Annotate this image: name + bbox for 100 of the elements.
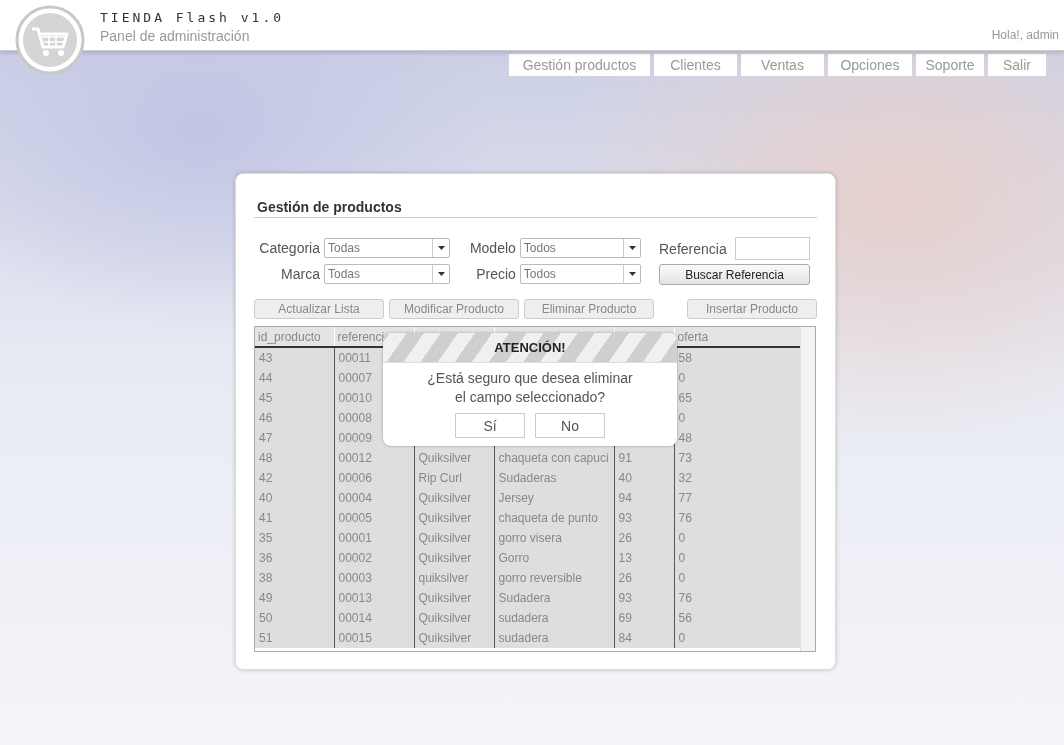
panel-title: Gestión de productos <box>254 189 817 218</box>
table-cell: Quiksilver <box>418 551 472 565</box>
table-cell: 26 <box>618 571 632 585</box>
dialog-button[interactable]: No <box>535 413 605 438</box>
table-cell: 40 <box>259 491 273 505</box>
nav-tab[interactable]: Ventas <box>741 54 824 76</box>
nav-tab[interactable]: Clientes <box>654 54 737 76</box>
table-cell: 00002 <box>338 551 372 565</box>
table-cell: sudadera <box>498 631 549 645</box>
table-cell: 65 <box>678 391 692 405</box>
table-cell: 40 <box>618 471 632 485</box>
search-reference-button[interactable]: Buscar Referencia <box>659 264 810 285</box>
table-cell: 93 <box>618 511 632 525</box>
table-cell: 00011 <box>338 351 371 365</box>
table-cell: 46 <box>259 411 273 425</box>
table-cell: Quiksilver <box>418 511 472 525</box>
table-cell: 76 <box>678 591 692 605</box>
table-cell: 44 <box>259 371 273 385</box>
table-cell: 0 <box>678 411 686 425</box>
app-subtitle: Panel de administración <box>100 28 251 44</box>
dropdown-arrow-icon <box>437 246 445 251</box>
table-cell: 00008 <box>338 411 372 425</box>
filter-dropdown[interactable]: Todas <box>324 238 450 259</box>
table-cell: gorro reversible <box>498 571 582 585</box>
table-cell: 38 <box>259 571 273 585</box>
dialog-message: ¿Está seguro que desea eliminar el campo seleccionado? <box>426 369 634 407</box>
table-cell: 36 <box>259 551 273 565</box>
dropdown-arrow-icon <box>437 271 445 276</box>
reference-input[interactable] <box>735 237 810 260</box>
app-title: TIENDA Flash v1.0 <box>100 10 285 25</box>
reference-label: Referencia <box>659 240 727 257</box>
table-cell: chaqueta con capuci <box>498 451 609 465</box>
table-cell: 26 <box>618 531 632 545</box>
table-cell: Quiksilver <box>418 491 472 505</box>
action-button[interactable]: Insertar Producto <box>687 299 817 319</box>
filter-dropdown[interactable]: Todas <box>324 263 450 284</box>
table-cell: 00001 <box>338 531 372 545</box>
table-cell: 00006 <box>338 471 372 485</box>
table-cell: 00012 <box>338 451 372 465</box>
user-greeting: Hola!, admin <box>991 28 1059 42</box>
table-cell: 0 <box>678 631 686 645</box>
table-cell: 35 <box>259 531 273 545</box>
table-cell: Quiksilver <box>418 451 472 465</box>
table-cell: Quiksilver <box>418 631 472 645</box>
table-cell: 0 <box>678 551 686 565</box>
table-cell: 00009 <box>338 431 372 445</box>
table-cell: Quiksilver <box>418 591 472 605</box>
table-cell: 00004 <box>338 491 372 505</box>
table-cell: 00015 <box>338 631 372 645</box>
table-cell: 45 <box>259 391 273 405</box>
filter-label: Categoria <box>258 240 320 257</box>
table-cell: Quiksilver <box>418 531 472 545</box>
table-cell: Rip Curl <box>418 471 462 485</box>
table-cell: Gorro <box>498 551 530 565</box>
column-header[interactable]: oferta <box>677 329 709 344</box>
table-cell: 69 <box>618 611 632 625</box>
table-cell: 0 <box>678 371 686 385</box>
dropdown-arrow-icon <box>628 271 636 276</box>
table-cell: 0 <box>678 531 686 545</box>
table-cell: 00003 <box>338 571 372 585</box>
filter-label: Precio <box>475 265 516 282</box>
filter-label: Modelo <box>468 240 516 257</box>
dialog-button[interactable]: Sí <box>455 413 525 438</box>
table-cell: 94 <box>618 491 632 505</box>
action-button[interactable]: Modificar Producto <box>389 299 519 319</box>
table-cell: Sudaderas <box>498 471 557 485</box>
table-cell: 76 <box>678 511 692 525</box>
table-cell: 51 <box>259 631 273 645</box>
table-cell: 00010 <box>338 391 372 405</box>
table-cell: 84 <box>618 631 632 645</box>
nav-tab[interactable]: Gestión productos <box>509 54 650 76</box>
table-cell: 32 <box>678 471 692 485</box>
table-cell: 48 <box>259 451 273 465</box>
table-cell: 00013 <box>338 591 372 605</box>
table-cell: 50 <box>259 611 273 625</box>
dropdown-arrow-icon <box>628 246 636 251</box>
nav-tab[interactable]: Opciones <box>828 54 912 76</box>
table-cell: 13 <box>618 551 632 565</box>
table-cell: 77 <box>678 491 692 505</box>
table-cell: 43 <box>259 351 273 365</box>
table-cell: sudadera <box>498 611 549 625</box>
table-cell: 47 <box>259 431 273 445</box>
dialog-title: ATENCIÓN! <box>494 340 566 355</box>
table-cell: 41 <box>259 511 273 525</box>
table-cell: 73 <box>678 451 692 465</box>
action-button[interactable]: Eliminar Producto <box>524 299 654 319</box>
table-cell: 91 <box>618 451 632 465</box>
table-cell: 0 <box>678 571 686 585</box>
nav-tab[interactable]: Soporte <box>916 54 984 76</box>
nav-tab[interactable]: Salir <box>988 54 1046 76</box>
table-cell: 42 <box>259 471 273 485</box>
table-cell: quiksilver <box>418 571 469 585</box>
table-cell: Quiksilver <box>418 611 472 625</box>
table-cell: 00005 <box>338 511 372 525</box>
action-button[interactable]: Actualizar Lista <box>254 299 384 319</box>
table-cell: Sudadera <box>498 591 551 605</box>
table-cell: 48 <box>678 431 692 445</box>
filter-label: Marca <box>280 265 320 282</box>
filter-dropdown[interactable]: Todos <box>519 238 641 259</box>
filter-dropdown[interactable]: Todos <box>519 263 641 284</box>
